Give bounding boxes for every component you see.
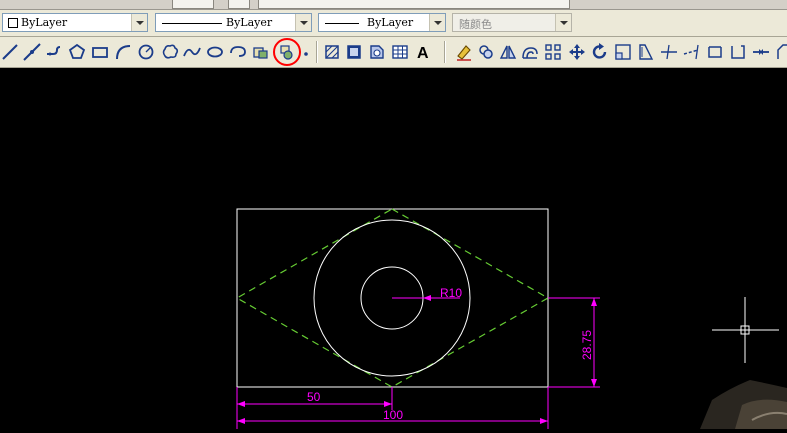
upper-control-fragment[interactable] <box>172 0 214 9</box>
color-value: ByLayer <box>21 16 68 29</box>
chamfer-icon[interactable] <box>774 42 787 62</box>
dim-arrowhead <box>384 401 392 407</box>
properties-toolbar: ByLayer ByLayer ByLayer 随颜色 <box>0 10 787 37</box>
plotstyle-value: 随颜色 <box>459 18 492 31</box>
arc-icon[interactable] <box>113 42 133 62</box>
dim-arrowhead <box>237 401 245 407</box>
chevron-down-icon[interactable] <box>429 14 445 31</box>
break-at-point-icon[interactable] <box>705 42 725 62</box>
dim-arrowhead <box>540 418 548 424</box>
background-artifact <box>700 380 787 429</box>
offset-icon[interactable] <box>520 42 540 62</box>
lineweight-dropdown[interactable]: ByLayer <box>318 13 446 32</box>
linetype-value: ByLayer <box>226 16 273 29</box>
radius-dimension-text: R10 <box>440 286 462 300</box>
full-width-dimension-text: 100 <box>383 408 403 422</box>
draw-modify-toolbar: A <box>0 37 787 68</box>
dim-arrowhead <box>591 379 597 387</box>
stretch-icon[interactable] <box>636 42 656 62</box>
svg-text:A: A <box>417 45 429 62</box>
copy-icon[interactable] <box>476 42 496 62</box>
radius-arrowhead <box>423 295 431 301</box>
array-icon[interactable] <box>543 42 563 62</box>
spline-icon[interactable] <box>182 42 202 62</box>
cad-drawing: R10 28.75 50 100 <box>235 12 787 429</box>
color-dropdown[interactable]: ByLayer <box>2 13 148 32</box>
lineweight-sample <box>325 23 359 24</box>
insert-block-icon[interactable] <box>251 42 271 62</box>
height-dimension-text: 28.75 <box>580 330 594 360</box>
dim-arrowhead <box>591 298 597 306</box>
move-icon[interactable] <box>567 42 587 62</box>
ellipse-icon[interactable] <box>205 42 225 62</box>
gradient-icon[interactable] <box>344 42 364 62</box>
toolbar-separator <box>444 41 446 63</box>
ellipse-arc-icon[interactable] <box>228 42 248 62</box>
toolbar-separator <box>316 41 318 63</box>
chevron-down-icon[interactable] <box>131 14 147 31</box>
upper-toolbar-strip <box>0 0 787 10</box>
half-width-dimension-text: 50 <box>307 390 321 404</box>
chevron-down-icon <box>555 14 571 31</box>
region-icon[interactable] <box>367 42 387 62</box>
crosshair-cursor <box>712 297 779 363</box>
trim-icon[interactable] <box>659 42 679 62</box>
construction-line-icon[interactable] <box>22 42 42 62</box>
circle-icon[interactable] <box>136 42 156 62</box>
upper-control-fragment[interactable] <box>228 0 250 9</box>
point-icon[interactable] <box>300 42 312 62</box>
polyline-icon[interactable] <box>44 42 64 62</box>
lineweight-value: ByLayer <box>367 16 414 29</box>
rotate-icon[interactable] <box>590 42 610 62</box>
rectangle-icon[interactable] <box>90 42 110 62</box>
erase-icon[interactable] <box>454 42 474 62</box>
plotstyle-dropdown: 随颜色 <box>452 13 572 32</box>
join-icon[interactable] <box>751 42 771 62</box>
linetype-dropdown[interactable]: ByLayer <box>155 13 312 32</box>
multiline-text-icon[interactable]: A <box>413 42 433 62</box>
annotation-highlight-circle <box>273 38 301 66</box>
drawing-canvas[interactable]: R10 28.75 50 100 <box>0 12 787 429</box>
line-icon[interactable] <box>0 42 20 62</box>
chevron-down-icon[interactable] <box>295 14 311 31</box>
extend-icon[interactable] <box>682 42 702 62</box>
mirror-icon[interactable] <box>498 42 518 62</box>
linetype-sample <box>162 23 222 24</box>
table-icon[interactable] <box>390 42 410 62</box>
color-swatch <box>8 18 18 28</box>
dim-arrowhead <box>237 418 245 424</box>
polygon-icon[interactable] <box>67 42 87 62</box>
break-icon[interactable] <box>728 42 748 62</box>
scale-icon[interactable] <box>613 42 633 62</box>
hatch-icon[interactable] <box>322 42 342 62</box>
upper-combo-fragment[interactable] <box>258 0 570 9</box>
revision-cloud-icon[interactable] <box>160 42 180 62</box>
